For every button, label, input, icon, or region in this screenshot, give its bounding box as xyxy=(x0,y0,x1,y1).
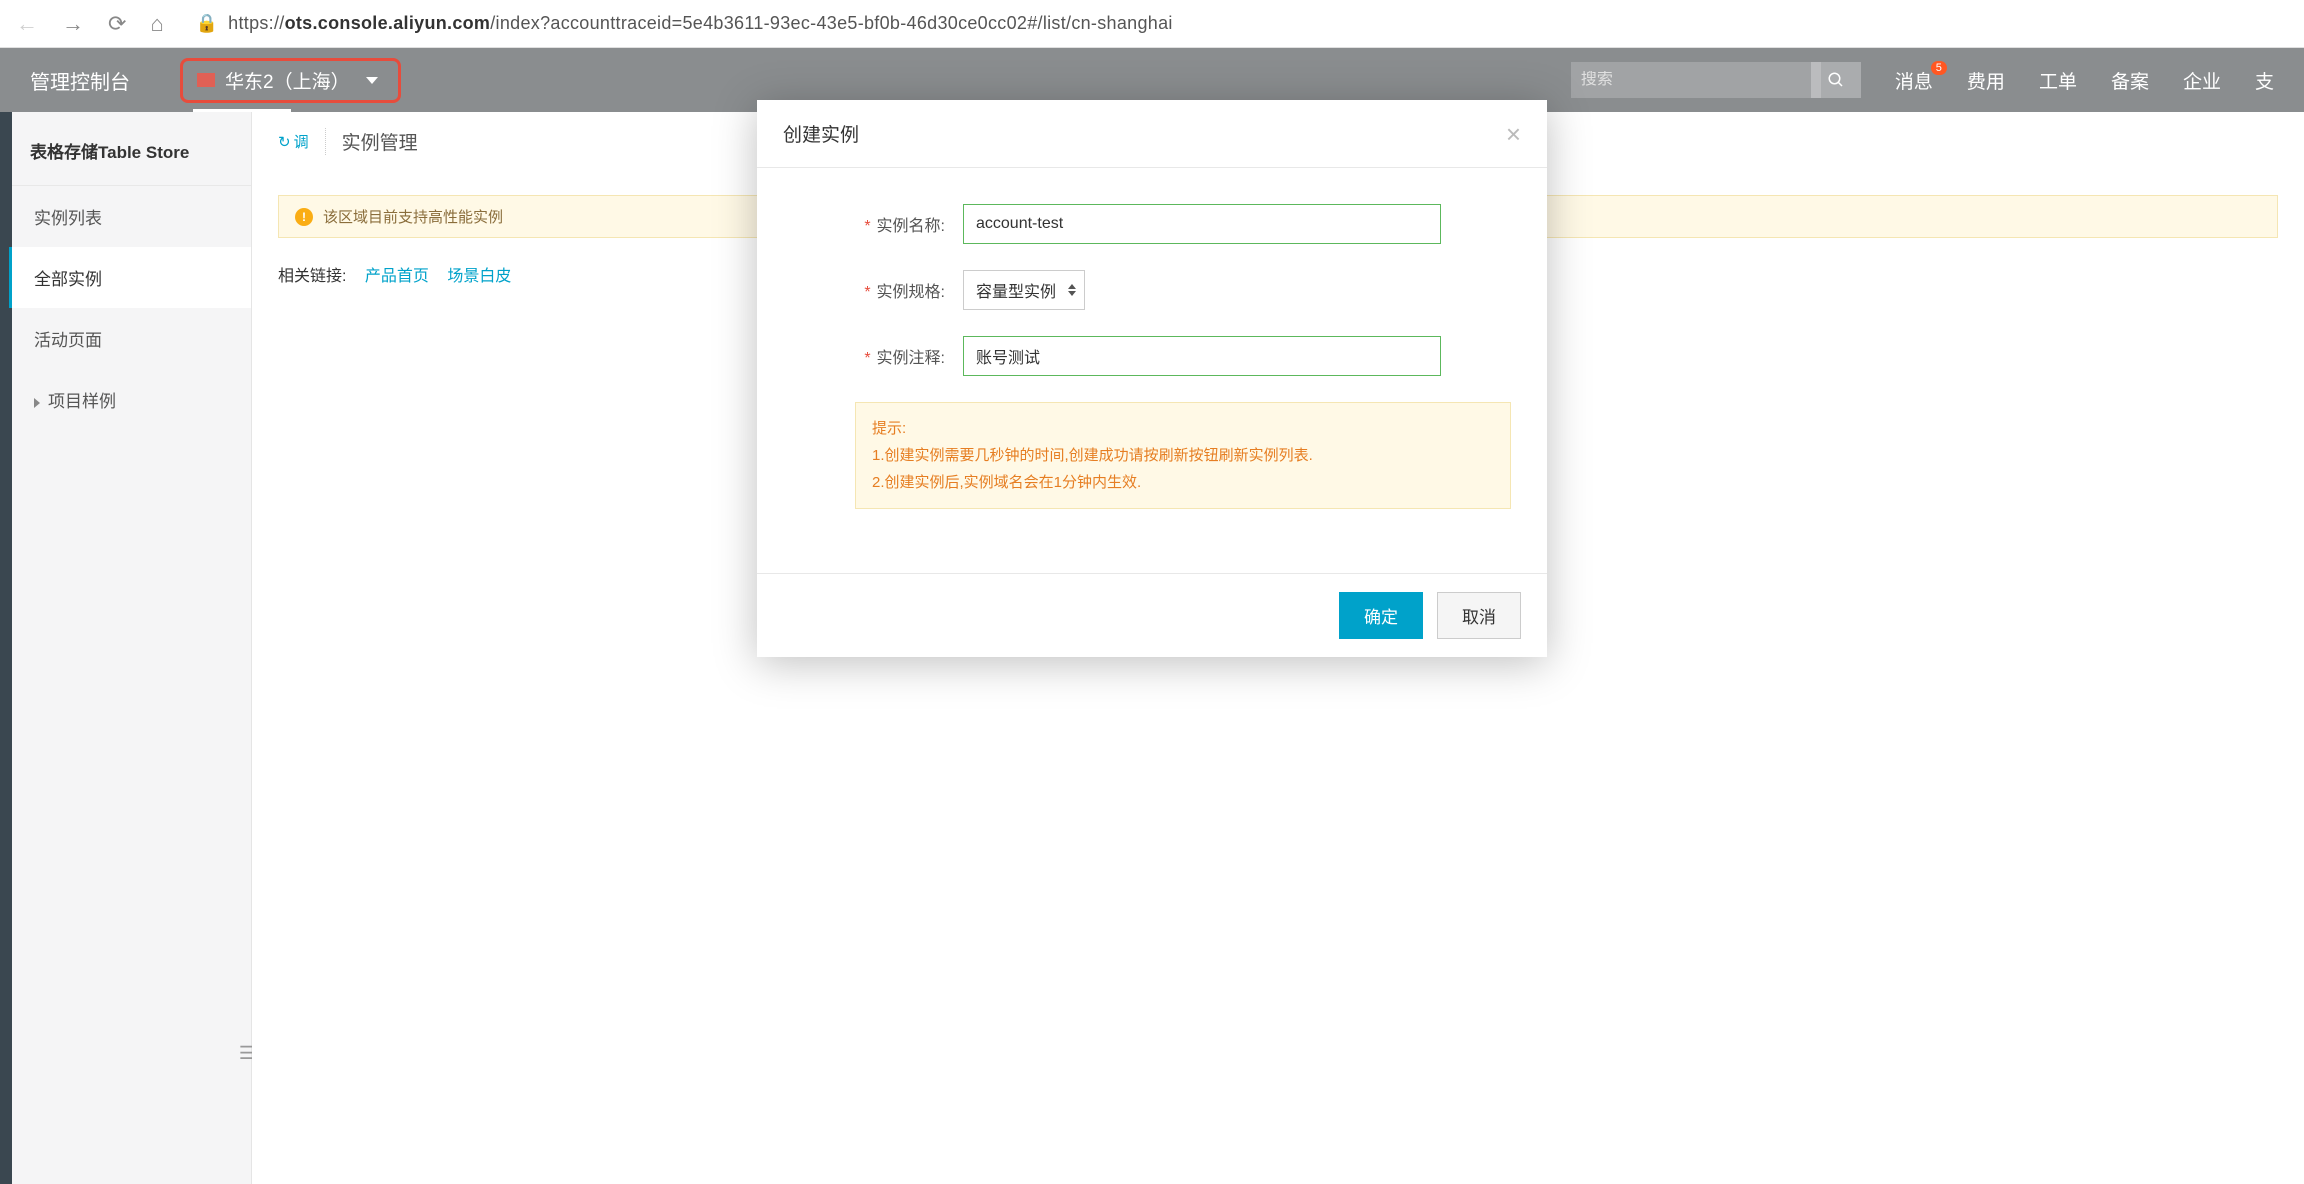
reload-icon[interactable]: ⟳ xyxy=(108,11,126,37)
tip-line-2: 2.创建实例后,实例域名会在1分钟内生效. xyxy=(872,469,1494,496)
label-instance-note: *实例注释: xyxy=(793,344,963,368)
modal-backdrop: 创建实例 × *实例名称: *实例规格: 容量型实例 *实例注释: 提示: xyxy=(0,48,2304,1184)
tip-title: 提示: xyxy=(872,415,1494,442)
modal-footer: 确定 取消 xyxy=(757,573,1547,657)
home-icon[interactable]: ⌂ xyxy=(150,11,163,37)
url-domain: ots.console.aliyun.com xyxy=(285,13,491,33)
forward-icon[interactable]: → xyxy=(62,11,84,37)
form-row-spec: *实例规格: 容量型实例 xyxy=(793,270,1511,310)
address-bar[interactable]: 🔒 https://ots.console.aliyun.com/index?a… xyxy=(188,13,2288,34)
tip-line-1: 1.创建实例需要几秒钟的时间,创建成功请按刷新按钮刷新实例列表. xyxy=(872,442,1494,469)
modal-header: 创建实例 × xyxy=(757,100,1547,168)
url-prefix: https:// xyxy=(228,13,284,33)
select-instance-spec[interactable]: 容量型实例 xyxy=(963,270,1085,310)
close-icon[interactable]: × xyxy=(1506,121,1521,147)
modal-body: *实例名称: *实例规格: 容量型实例 *实例注释: 提示: 1.创建实例需要几… xyxy=(757,168,1547,533)
create-instance-modal: 创建实例 × *实例名称: *实例规格: 容量型实例 *实例注释: 提示: xyxy=(757,100,1547,657)
form-row-note: *实例注释: xyxy=(793,336,1511,376)
cancel-button[interactable]: 取消 xyxy=(1437,592,1521,639)
url-text: https://ots.console.aliyun.com/index?acc… xyxy=(228,13,1173,34)
tip-box: 提示: 1.创建实例需要几秒钟的时间,创建成功请按刷新按钮刷新实例列表. 2.创… xyxy=(855,402,1511,509)
url-path: /index?accounttraceid=5e4b3611-93ec-43e5… xyxy=(490,13,1172,33)
select-arrows-icon xyxy=(1068,284,1076,296)
select-value: 容量型实例 xyxy=(976,278,1056,302)
lock-icon: 🔒 xyxy=(196,13,218,34)
ok-button[interactable]: 确定 xyxy=(1339,592,1423,639)
input-instance-note[interactable] xyxy=(963,336,1441,376)
label-instance-spec: *实例规格: xyxy=(793,278,963,302)
form-row-name: *实例名称: xyxy=(793,204,1511,244)
label-instance-name: *实例名称: xyxy=(793,212,963,236)
modal-title: 创建实例 xyxy=(783,120,859,147)
browser-toolbar: ← → ⟳ ⌂ 🔒 https://ots.console.aliyun.com… xyxy=(0,0,2304,48)
input-instance-name[interactable] xyxy=(963,204,1441,244)
back-icon: ← xyxy=(16,11,38,37)
